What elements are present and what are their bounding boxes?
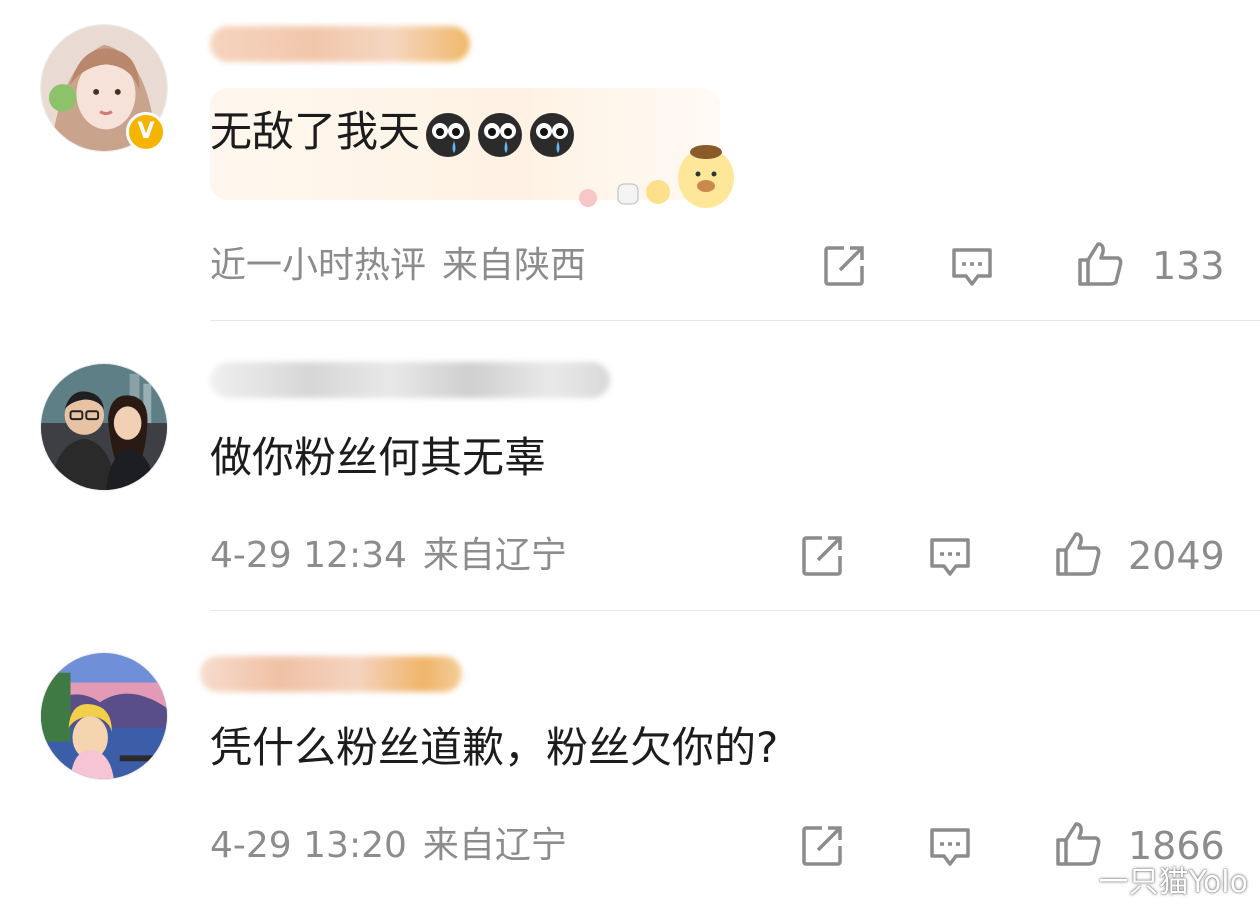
avatar-image	[41, 653, 167, 779]
weibo-logo-icon	[1050, 871, 1087, 898]
comment-location: 来自辽宁	[422, 825, 567, 866]
comment-icon	[930, 828, 970, 866]
comment-item: 凭什么粉丝道歉，粉丝欠你的? 4-29 13:20 来自辽宁 1866	[0, 0, 1260, 909]
avatar[interactable]	[40, 652, 168, 780]
comment-text: 凭什么粉丝道歉，粉丝欠你的?	[210, 723, 779, 772]
username-blurred[interactable]	[200, 656, 462, 692]
share-button[interactable]	[798, 822, 846, 870]
watermark-text: 一只猫Yolo	[1098, 865, 1248, 900]
share-icon	[802, 826, 842, 866]
comment-time: 4-29 13:20	[210, 825, 407, 866]
reply-button[interactable]	[926, 822, 974, 870]
comment-meta: 4-29 13:20 来自辽宁	[210, 824, 567, 868]
watermark: 一只猫Yolo	[1049, 857, 1248, 901]
